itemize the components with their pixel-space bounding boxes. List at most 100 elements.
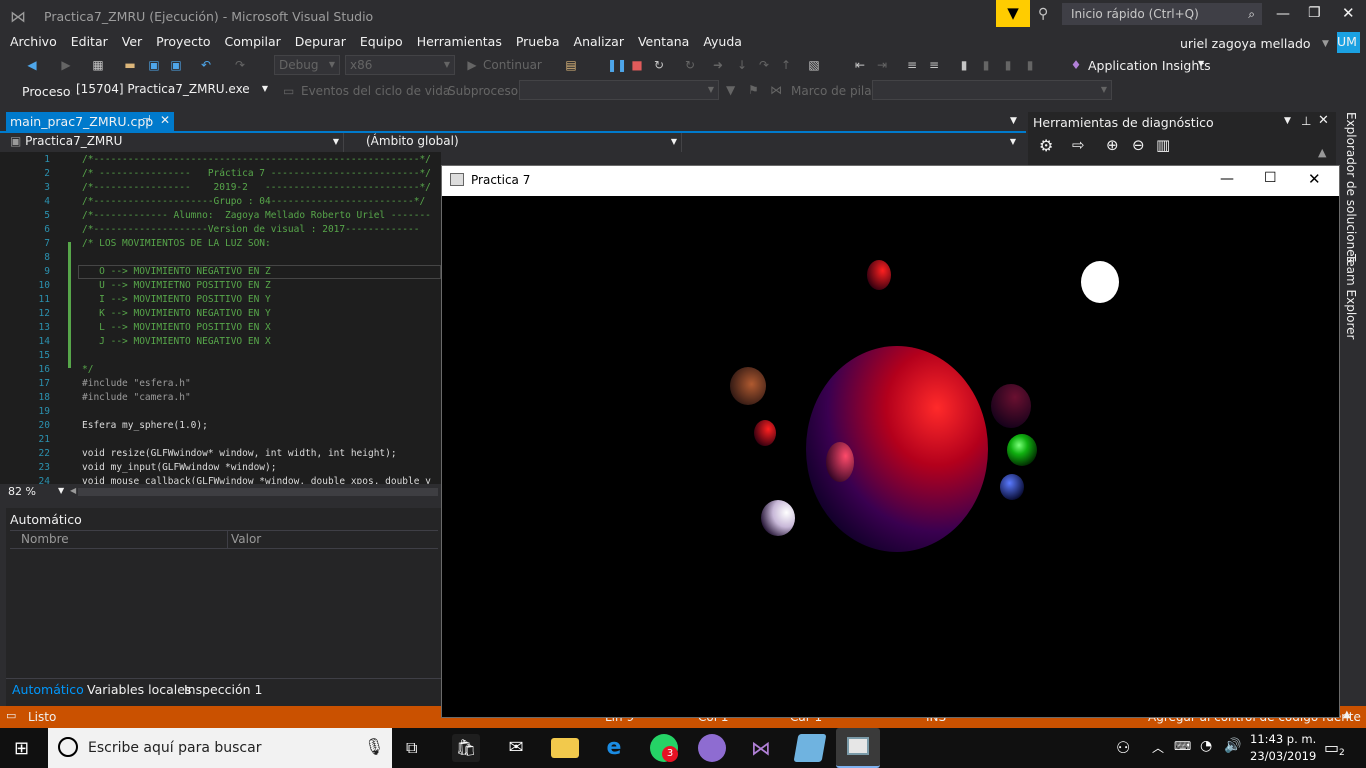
clock-date[interactable]: 23/03/2019	[1250, 749, 1316, 763]
clear-bookmarks-icon[interactable]: ▮	[1022, 57, 1038, 73]
scroll-left-icon[interactable]: ◀	[70, 486, 76, 495]
process-select[interactable]: [15704] Practica7_ZMRU.exe ▼	[72, 80, 272, 100]
filter-icon[interactable]: ▼	[726, 83, 735, 97]
pause-icon[interactable]: ❚❚	[607, 57, 627, 73]
code-line[interactable]: 7 /* LOS MOVIMIENTOS DE LA LUZ SON:	[0, 237, 441, 251]
avatar[interactable]: UM	[1337, 32, 1360, 53]
visual-studio-icon[interactable]: ⋈	[747, 734, 775, 762]
app-window-icon[interactable]	[836, 728, 880, 768]
subprocess-select[interactable]: ▼	[519, 80, 719, 100]
file-explorer-icon[interactable]	[551, 738, 579, 758]
menu-item-6[interactable]: Equipo	[360, 33, 417, 51]
action-center-icon[interactable]: ▭	[1324, 738, 1339, 757]
restart-icon[interactable]: ↻	[651, 57, 667, 73]
edge-icon[interactable]: e	[600, 734, 628, 762]
stop-icon[interactable]: ■	[629, 57, 645, 73]
gear-icon[interactable]: ⚙	[1039, 136, 1053, 155]
outdent-icon[interactable]: ≡	[926, 57, 942, 73]
code-line[interactable]: 14 J --> MOVIMIENTO NEGATIVO EN X	[0, 335, 441, 349]
open-icon[interactable]: ▬	[122, 57, 138, 73]
render-canvas[interactable]	[442, 196, 1339, 717]
chevron-down-icon[interactable]: ▼	[1284, 116, 1291, 126]
feedback-icon[interactable]: ⚲	[1038, 6, 1048, 22]
app-insights-button[interactable]: Application Insights	[1088, 58, 1211, 73]
code-line[interactable]: 23 void my_input(GLFWwindow *window);	[0, 461, 441, 475]
menu-item-9[interactable]: Analizar	[574, 33, 638, 51]
menu-item-8[interactable]: Prueba	[516, 33, 574, 51]
code-line[interactable]: 22 void resize(GLFWwindow* window, int wi…	[0, 447, 441, 461]
menu-item-3[interactable]: Proyecto	[156, 33, 224, 51]
zoom-level[interactable]: 82 %	[8, 485, 36, 498]
task-view-icon[interactable]: ⧉	[406, 738, 417, 758]
thread-icon[interactable]: ⇤	[852, 57, 868, 73]
code-line[interactable]: 3 /*----------------- 2019-2 ------------…	[0, 181, 441, 195]
network-icon[interactable]: ◔	[1200, 738, 1212, 754]
code-line[interactable]: 21	[0, 433, 441, 447]
pin-icon[interactable]: ⊥	[1301, 114, 1311, 128]
tab-autos[interactable]: Automático	[12, 682, 84, 697]
bookmark-icon[interactable]: ▮	[956, 57, 972, 73]
filter-button[interactable]: ▼	[996, 0, 1030, 27]
close-tab-icon[interactable]: ✕	[160, 113, 170, 127]
continue-button[interactable]: Continuar	[483, 58, 542, 72]
flag-icon[interactable]: ⚑	[748, 83, 759, 97]
tab-locals[interactable]: Variables locales	[87, 682, 191, 697]
editor-tab[interactable]: main_prac7_ZMRU.cpp ⊣ ✕	[6, 112, 174, 131]
code-line[interactable]: 15	[0, 349, 441, 363]
thread-flag-icon[interactable]: ⇥	[874, 57, 890, 73]
code-line[interactable]: 11 I --> MOVIMIENTO POSITIVO EN Y	[0, 293, 441, 307]
microphone-icon[interactable]: 🎙	[364, 737, 384, 756]
code-line[interactable]: 10 U --> MOVIMIETNO POSITIVO EN Z	[0, 279, 441, 293]
processes-icon[interactable]: ▤	[563, 57, 579, 73]
step-out-icon[interactable]: ↑	[778, 57, 794, 73]
code-line[interactable]: 5 /*------------- Alumno: Zagoya Mellado …	[0, 209, 441, 223]
scroll-up-icon[interactable]: ▲	[1318, 146, 1326, 159]
new-project-icon[interactable]: ▦	[90, 57, 106, 73]
code-line[interactable]: 19	[0, 405, 441, 419]
project-select[interactable]: ▣ Practica7_ZMRU ▼	[6, 133, 344, 152]
quick-launch-input[interactable]: Inicio rápido (Ctrl+Q) ⌕	[1062, 3, 1262, 25]
step-into-icon[interactable]: ↓	[734, 57, 750, 73]
pin-icon[interactable]: ⊣	[142, 114, 151, 125]
menu-item-1[interactable]: Editar	[71, 33, 122, 51]
configuration-select[interactable]: Debug ▼	[274, 55, 340, 75]
back-icon[interactable]: ◀	[24, 57, 40, 73]
chevron-down-icon[interactable]: ▼	[58, 486, 64, 495]
step-over-icon[interactable]: ↷	[756, 57, 772, 73]
menu-item-0[interactable]: Archivo	[10, 33, 71, 51]
show-next-statement-icon[interactable]: ➜	[710, 57, 726, 73]
user-name[interactable]: uriel zagoya mellado	[1180, 35, 1320, 53]
code-line[interactable]: 13 L --> MOVIMIENTO POSITIVO EN X	[0, 321, 441, 335]
prev-bookmark-icon[interactable]: ▮	[978, 57, 994, 73]
reset-zoom-icon[interactable]: ▥	[1156, 136, 1170, 154]
code-line[interactable]: 6 /*--------------------Version de visual…	[0, 223, 441, 237]
windows-start-icon[interactable]: ⊞	[14, 738, 29, 759]
zoom-out-icon[interactable]: ⊖	[1132, 136, 1145, 154]
save-all-icon[interactable]: ▣	[168, 57, 184, 73]
menu-item-2[interactable]: Ver	[122, 33, 156, 51]
tab-watch[interactable]: Inspección 1	[184, 682, 262, 697]
code-line[interactable]: 18 #include "camera.h"	[0, 391, 441, 405]
member-select[interactable]: ▼	[686, 133, 1020, 152]
github-icon[interactable]	[698, 734, 726, 762]
stack-frame-select[interactable]: ▼	[872, 80, 1112, 100]
volume-icon[interactable]: 🔊	[1224, 738, 1241, 754]
code-line[interactable]: 12 K --> MOVIMIENTO NEGATIVO EN Y	[0, 307, 441, 321]
menu-item-4[interactable]: Compilar	[225, 33, 295, 51]
save-icon[interactable]: ▣	[146, 57, 162, 73]
menu-item-10[interactable]: Ventana	[638, 33, 703, 51]
forward-icon[interactable]: ▶	[58, 57, 74, 73]
next-bookmark-icon[interactable]: ▮	[1000, 57, 1016, 73]
code-line[interactable]: 8	[0, 251, 441, 265]
code-line[interactable]: 16 */	[0, 363, 441, 377]
code-line[interactable]: 1 /*-------------------------------------…	[0, 153, 441, 167]
code-line[interactable]: 24 void mouse_callback(GLFWwindow *window…	[0, 475, 441, 484]
undo-icon[interactable]: ↶	[198, 57, 214, 73]
clock-time[interactable]: 11:43 p. m.	[1250, 732, 1316, 746]
scope-select[interactable]: (Ámbito global) ▼	[348, 133, 682, 152]
notepad-icon[interactable]	[793, 734, 827, 762]
refresh-icon[interactable]: ↻	[682, 57, 698, 73]
horizontal-scrollbar[interactable]	[78, 488, 438, 496]
code-line[interactable]: 2 /* ---------------- Práctica 7 --------…	[0, 167, 441, 181]
platform-select[interactable]: x86 ▼	[345, 55, 455, 75]
